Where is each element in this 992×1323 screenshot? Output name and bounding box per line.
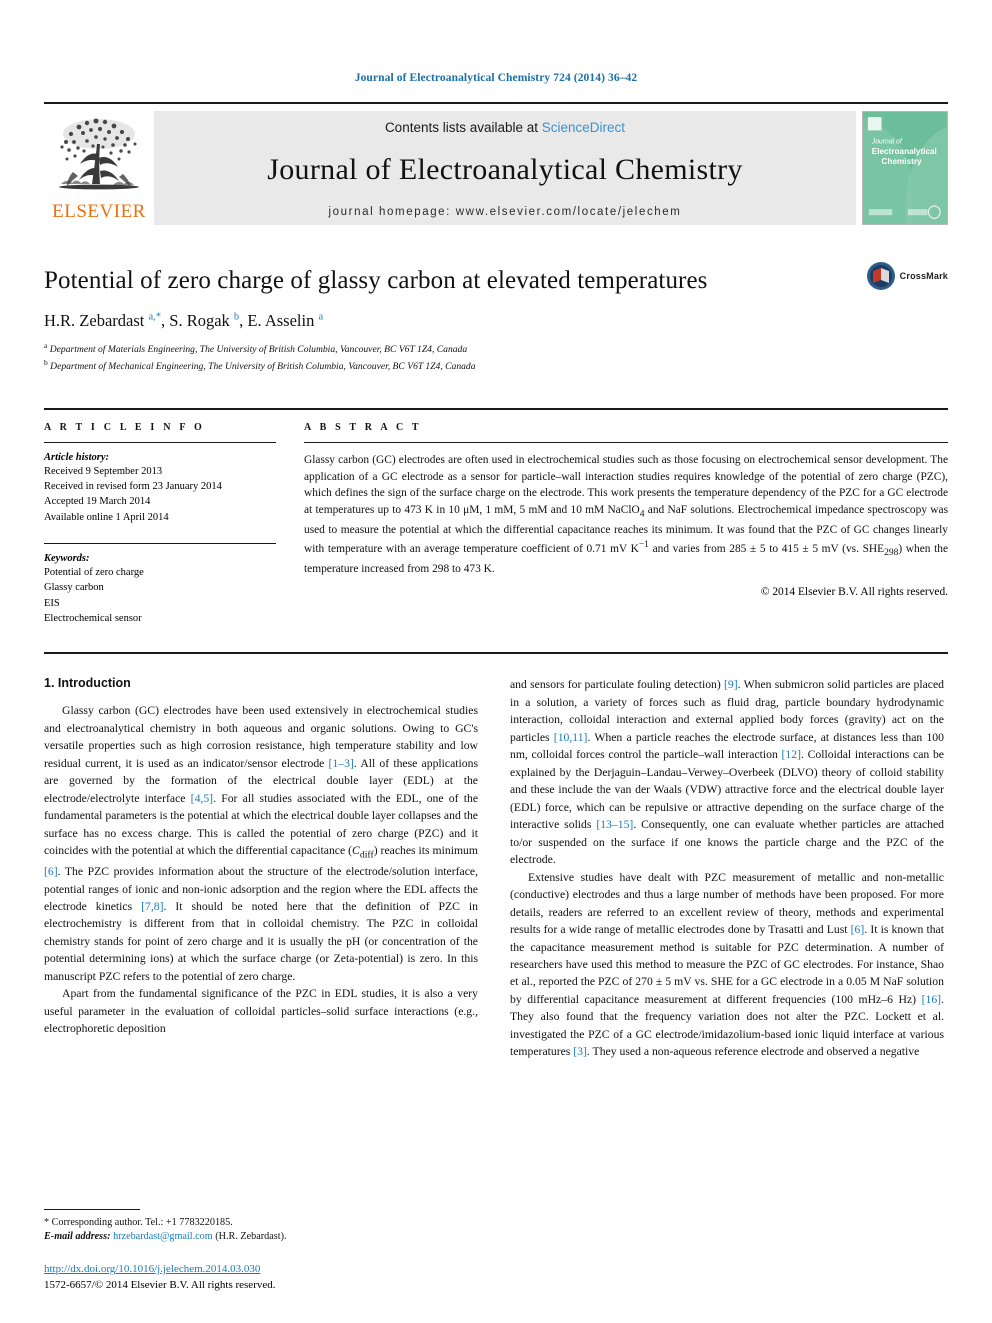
issn-copyright-line: 1572-6657/© 2014 Elsevier B.V. All right…: [44, 1278, 276, 1291]
abstract-copyright: © 2014 Elsevier B.V. All rights reserved…: [760, 586, 948, 599]
elsevier-wordmark: ELSEVIER: [52, 201, 146, 223]
info-divider: [44, 441, 276, 443]
section-heading-introduction: 1. Introduction: [44, 676, 131, 691]
sciencedirect-link[interactable]: ScienceDirect: [542, 120, 625, 135]
contents-prefix: Contents lists available at: [384, 120, 542, 135]
keyword-item: Electrochemical sensor: [44, 612, 142, 624]
body-right-column: and sensors for particulate fouling dete…: [510, 676, 944, 1061]
cover-artwork-icon: Journal of Electroanalytical Chemistry: [863, 112, 947, 225]
email-label: E-mail address:: [44, 1231, 111, 1243]
article-history-label: Article history:: [44, 451, 110, 463]
doi-block: http://dx.doi.org/10.1016/j.jelechem.201…: [44, 1262, 478, 1293]
affiliation-a: a Department of Materials Engineering, T…: [44, 341, 468, 356]
elsevier-logo: ELSEVIER: [44, 111, 154, 225]
paragraph: and sensors for particulate fouling dete…: [510, 678, 944, 867]
journal-homepage-link[interactable]: journal homepage: www.elsevier.com/locat…: [154, 206, 856, 218]
journal-article-page: Journal of Electroanalytical Chemistry 7…: [0, 0, 992, 1323]
body-left-column: 1. Introduction Glassy carbon (GC) elect…: [44, 676, 478, 1061]
email-note: E-mail address: hrzebardast@gmail.com (H…: [44, 1230, 478, 1245]
contents-available-line: Contents lists available at ScienceDirec…: [154, 120, 856, 135]
abstract-divider: [304, 441, 948, 443]
title-block: CrossMark Potential of zero charge of gl…: [44, 262, 948, 373]
keywords-divider: [44, 542, 276, 544]
svg-text:Electroanalytical: Electroanalytical: [872, 146, 937, 156]
history-item: Received 9 September 2013: [44, 465, 163, 477]
corresponding-author-note: * Corresponding author. Tel.: +1 7783220…: [44, 1216, 233, 1228]
footnote-divider: [44, 1208, 140, 1210]
doi-link[interactable]: http://dx.doi.org/10.1016/j.jelechem.201…: [44, 1262, 478, 1277]
elsevier-tree-icon: [59, 118, 139, 190]
history-item: Received in revised form 23 January 2014: [44, 480, 222, 492]
body-columns: 1. Introduction Glassy carbon (GC) elect…: [44, 652, 948, 1061]
affiliation-b: b Department of Mechanical Engineering, …: [44, 357, 476, 372]
running-head: Journal of Electroanalytical Chemistry 7…: [354, 72, 638, 84]
crossmark-logo-icon: [866, 262, 895, 291]
keyword-item: Glassy carbon: [44, 582, 104, 594]
keywords-label: Keywords:: [44, 552, 90, 564]
crossmark-label: CrossMark: [899, 271, 948, 282]
keyword-item: Potential of zero charge: [44, 566, 144, 578]
journal-title: Journal of Electroanalytical Chemistry: [267, 152, 743, 186]
abstract-heading: A B S T R A C T: [304, 421, 422, 433]
article-info-column: A R T I C L E I N F O Article history: R…: [44, 422, 276, 627]
affiliation-b-text: Department of Mechanical Engineering, Th…: [50, 360, 476, 372]
abstract-text: Glassy carbon (GC) electrodes are often …: [304, 453, 949, 575]
crossmark-badge[interactable]: CrossMark: [866, 261, 948, 291]
email-link[interactable]: hrzebardast@gmail.com: [113, 1231, 213, 1242]
keywords-block: Keywords: Potential of zero charge Glass…: [44, 542, 276, 626]
affiliation-list: a Department of Materials Engineering, T…: [44, 341, 948, 373]
info-abstract-section: A R T I C L E I N F O Article history: R…: [44, 407, 948, 627]
keyword-item: EIS: [44, 597, 60, 609]
paragraph: Extensive studies have dealt with PZC me…: [510, 870, 944, 1059]
paragraph: Apart from the fundamental significance …: [44, 987, 478, 1036]
author-list: H.R. Zebardast a,*, S. Rogak b, E. Assel…: [44, 311, 324, 331]
journal-banner: ELSEVIER Contents lists available at Sci…: [44, 102, 948, 226]
paragraph: Glassy carbon (GC) electrodes have been …: [44, 704, 479, 983]
email-suffix: (H.R. Zebardast).: [215, 1231, 287, 1243]
svg-text:Chemistry: Chemistry: [882, 156, 922, 166]
abstract-column: A B S T R A C T Glassy carbon (GC) elect…: [304, 422, 948, 627]
banner-center: Contents lists available at ScienceDirec…: [154, 111, 856, 226]
journal-cover-thumbnail[interactable]: Journal of Electroanalytical Chemistry: [862, 111, 948, 226]
footnote-area: * Corresponding author. Tel.: +1 7783220…: [44, 1208, 478, 1293]
history-item: Available online 1 April 2014: [44, 511, 169, 523]
article-info-heading: A R T I C L E I N F O: [44, 421, 205, 433]
affiliation-a-text: Department of Materials Engineering, The…: [49, 344, 468, 356]
page-title: Potential of zero charge of glassy carbo…: [44, 267, 708, 295]
history-item: Accepted 19 March 2014: [44, 496, 151, 508]
svg-text:Journal of: Journal of: [871, 139, 903, 146]
